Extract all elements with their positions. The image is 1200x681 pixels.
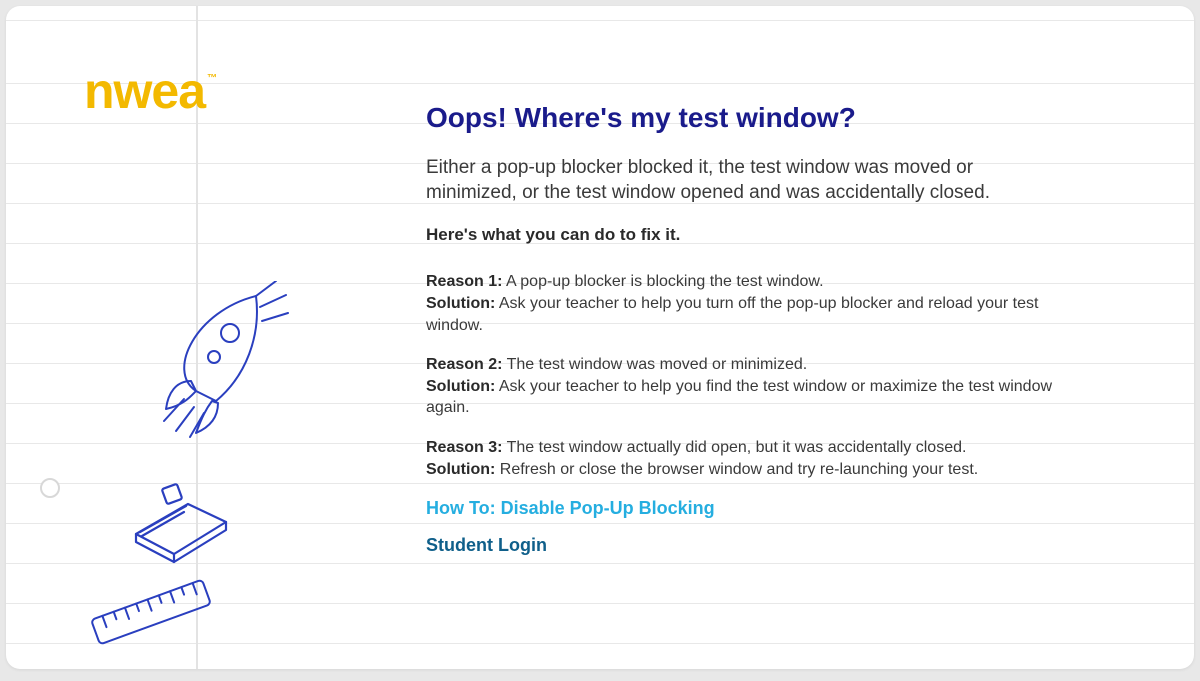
- brand-name: nwea: [84, 63, 205, 119]
- solution-2-label: Solution:: [426, 378, 495, 395]
- solution-3-label: Solution:: [426, 461, 495, 478]
- book-doodle-icon: [126, 476, 236, 566]
- solution-1-label: Solution:: [426, 295, 495, 312]
- reason-2-label: Reason 2:: [426, 356, 502, 373]
- ruler-doodle-icon: [86, 571, 216, 651]
- rocket-doodle-icon: [136, 281, 296, 441]
- doodle-column: [86, 281, 286, 661]
- fix-heading: Here's what you can do to fix it.: [426, 225, 1066, 245]
- main-content: Oops! Where's my test window? Either a p…: [426, 102, 1066, 556]
- solution-3-text: Refresh or close the browser window and …: [495, 461, 978, 478]
- page-title: Oops! Where's my test window?: [426, 102, 1066, 134]
- notebook-page: nwea™: [6, 6, 1194, 669]
- intro-text: Either a pop-up blocker blocked it, the …: [426, 156, 1066, 205]
- reason-3-text: The test window actually did open, but i…: [502, 439, 966, 456]
- solution-2-text: Ask your teacher to help you find the te…: [426, 378, 1052, 417]
- links-block: How To: Disable Pop-Up Blocking Student …: [426, 498, 1066, 556]
- brand-logo: nwea™: [84, 66, 214, 116]
- reason-3: Reason 3: The test window actually did o…: [426, 437, 1066, 480]
- reason-1: Reason 1: A pop-up blocker is blocking t…: [426, 271, 1066, 336]
- howto-disable-popup-link[interactable]: How To: Disable Pop-Up Blocking: [426, 498, 1066, 519]
- reason-3-label: Reason 3:: [426, 439, 502, 456]
- student-login-link[interactable]: Student Login: [426, 535, 1066, 556]
- reason-2-text: The test window was moved or minimized.: [502, 356, 807, 373]
- binder-hole: [40, 478, 60, 498]
- reason-1-text: A pop-up blocker is blocking the test wi…: [502, 273, 823, 290]
- reason-2: Reason 2: The test window was moved or m…: [426, 354, 1066, 419]
- reason-1-label: Reason 1:: [426, 273, 502, 290]
- trademark-symbol: ™: [207, 73, 216, 84]
- solution-1-text: Ask your teacher to help you turn off th…: [426, 295, 1038, 334]
